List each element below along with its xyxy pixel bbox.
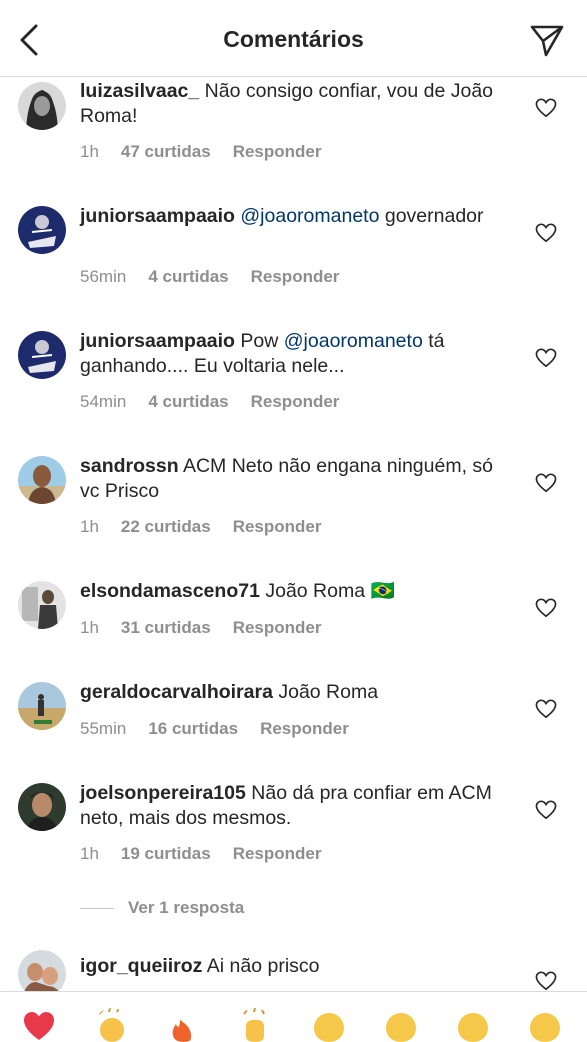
comment-likes[interactable]: 47 curtidas: [121, 142, 211, 161]
comment-meta: 1h 22 curtidas Responder: [80, 517, 321, 537]
reply-button[interactable]: Responder: [251, 392, 340, 411]
comment-meta: 1h 19 curtidas Responder: [80, 844, 321, 864]
avatar[interactable]: [18, 456, 66, 504]
comment-meta: 55min 16 curtidas Responder: [80, 719, 349, 739]
comment-likes[interactable]: 31 curtidas: [121, 618, 211, 637]
avatar[interactable]: [18, 682, 66, 730]
face-emoji-icon[interactable]: [456, 1008, 490, 1042]
replies-divider: [80, 908, 114, 910]
reply-button[interactable]: Responder: [233, 618, 322, 637]
comment-time: 56min: [80, 267, 127, 286]
emoji-reaction-bar: [0, 991, 587, 1042]
comment-time: 1h: [80, 517, 99, 536]
comment-text: sandrossn ACM Neto não engana ninguém, s…: [80, 454, 500, 504]
page-title: Comentários: [223, 26, 364, 52]
heart-emoji-icon[interactable]: [22, 1008, 56, 1042]
comment-body: João Roma: [278, 681, 379, 703]
comment-body: João Roma: [265, 580, 366, 602]
comment-time: 55min: [80, 719, 127, 738]
comment-time: 1h: [80, 844, 99, 863]
comment-likes[interactable]: 4 curtidas: [148, 267, 228, 286]
comment-time: 54min: [80, 392, 127, 411]
comment-meta: 1h 31 curtidas Responder: [80, 618, 321, 638]
comment-username[interactable]: elsondamasceno71: [80, 580, 260, 602]
comment-text: geraldocarvalhoirara João Roma: [80, 680, 500, 705]
comment-likes[interactable]: 16 curtidas: [148, 719, 238, 738]
comment-text: luizasilvaac_ Não consigo confiar, vou d…: [80, 79, 500, 129]
reply-button[interactable]: Responder: [233, 142, 322, 161]
heart-icon[interactable]: [535, 473, 557, 493]
comment-meta: 1h 47 curtidas Responder: [80, 142, 321, 162]
mention-link[interactable]: @joaoromaneto: [284, 330, 423, 352]
mention-link[interactable]: @joaoromaneto: [240, 205, 379, 227]
avatar[interactable]: [18, 950, 66, 991]
clap-emoji-icon[interactable]: [95, 1008, 129, 1042]
comment-text: elsondamasceno71 João Roma 🇧🇷: [80, 579, 500, 604]
comment-username[interactable]: juniorsaampaaio: [80, 205, 235, 227]
comment-likes[interactable]: 4 curtidas: [148, 392, 228, 411]
comment-text: igor_queiiroz Ai não prisco: [80, 954, 500, 979]
face-emoji-icon[interactable]: [312, 1008, 346, 1042]
comment-username[interactable]: sandrossn: [80, 455, 179, 477]
avatar[interactable]: [18, 331, 66, 379]
fire-emoji-icon[interactable]: [166, 1008, 200, 1042]
comment-meta: 54min 4 curtidas Responder: [80, 392, 339, 412]
comment-time: 1h: [80, 618, 99, 637]
face-emoji-icon[interactable]: [528, 1008, 562, 1042]
view-replies-button[interactable]: Ver 1 resposta: [80, 898, 244, 918]
comment-list[interactable]: luizasilvaac_ Não consigo confiar, vou d…: [0, 76, 587, 991]
avatar[interactable]: [18, 206, 66, 254]
comment-prefix: Pow: [240, 330, 279, 352]
heart-icon[interactable]: [535, 699, 557, 719]
comment-username[interactable]: geraldocarvalhoirara: [80, 681, 273, 703]
comment-text: joelsonpereira105 Não dá pra confiar em …: [80, 781, 500, 831]
comment-text: juniorsaampaaio @joaoromaneto governador: [80, 204, 500, 229]
comment-body: governador: [384, 205, 484, 227]
comment-username[interactable]: luizasilvaac_: [80, 80, 199, 102]
comment-meta: 56min 4 curtidas Responder: [80, 267, 339, 287]
heart-icon[interactable]: [535, 598, 557, 618]
heart-icon[interactable]: [535, 971, 557, 991]
avatar[interactable]: [18, 581, 66, 629]
header: Comentários: [0, 0, 587, 77]
comment-likes[interactable]: 19 curtidas: [121, 844, 211, 863]
heart-icon[interactable]: [535, 348, 557, 368]
avatar[interactable]: [18, 783, 66, 831]
reply-button[interactable]: Responder: [251, 267, 340, 286]
reply-button[interactable]: Responder: [260, 719, 349, 738]
avatar[interactable]: [18, 82, 66, 130]
comment-username[interactable]: juniorsaampaaio: [80, 330, 235, 352]
comment-text: juniorsaampaaio Pow @joaoromaneto tá gan…: [80, 329, 500, 379]
reply-button[interactable]: Responder: [233, 517, 322, 536]
heart-icon[interactable]: [535, 98, 557, 118]
paper-plane-icon[interactable]: [529, 22, 565, 58]
view-replies-label: Ver 1 resposta: [128, 898, 245, 917]
comment-time: 1h: [80, 142, 99, 161]
comment-username[interactable]: igor_queiiroz: [80, 955, 202, 977]
comment-username[interactable]: joelsonpereira105: [80, 782, 246, 804]
heart-icon[interactable]: [535, 800, 557, 820]
reply-button[interactable]: Responder: [233, 844, 322, 863]
face-emoji-icon[interactable]: [384, 1008, 418, 1042]
comment-likes[interactable]: 22 curtidas: [121, 517, 211, 536]
brazil-flag-emoji: 🇧🇷: [370, 580, 395, 602]
heart-icon[interactable]: [535, 223, 557, 243]
comment-body: Ai não prisco: [206, 955, 320, 977]
hands-emoji-icon[interactable]: [238, 1008, 272, 1042]
